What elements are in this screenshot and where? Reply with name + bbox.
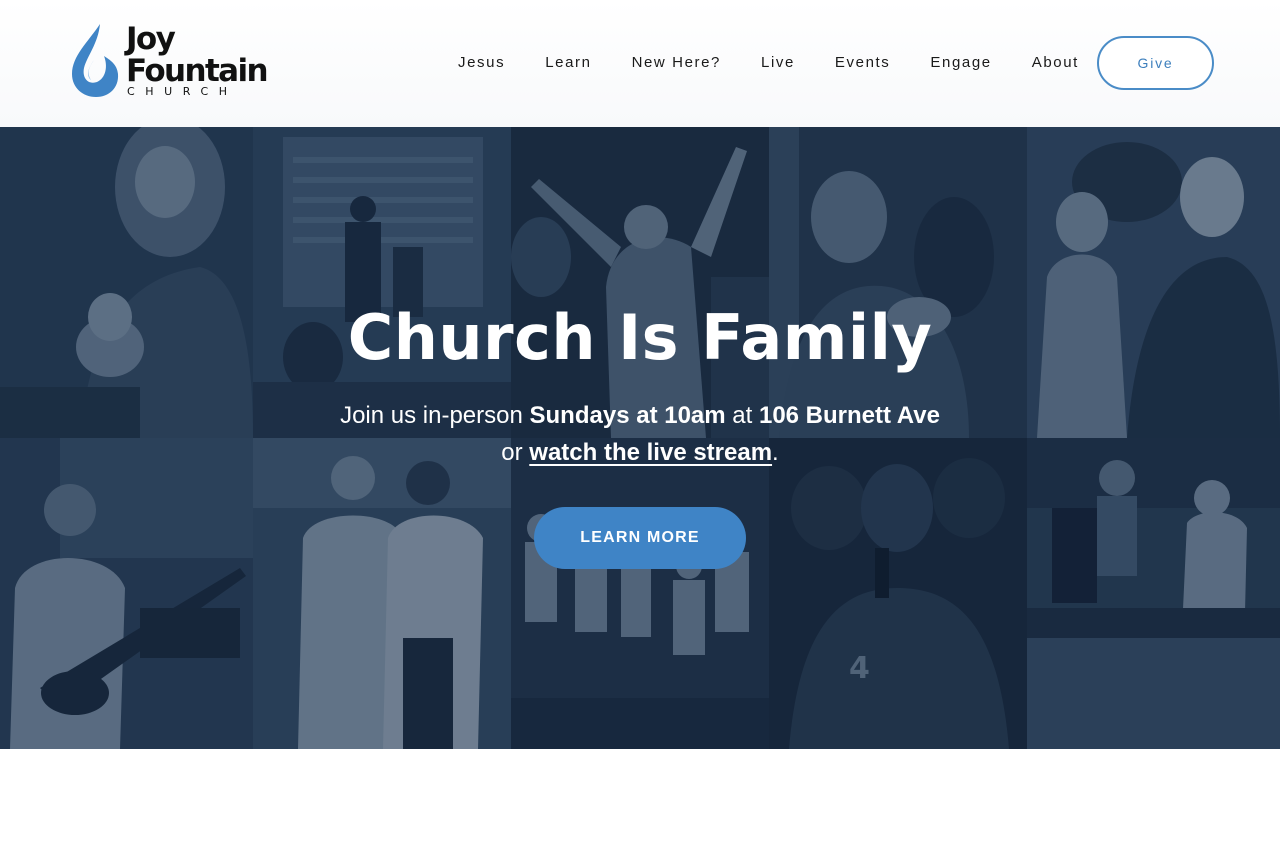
- water-drop-icon: [72, 24, 119, 97]
- hero-section: 4 Church Is Family Join us in-person Sun…: [0, 127, 1280, 749]
- nav-learn[interactable]: Learn: [525, 36, 611, 90]
- nav-about[interactable]: About: [1012, 36, 1099, 90]
- service-address: 106 Burnett Ave: [758, 402, 940, 429]
- give-button[interactable]: Give: [1097, 36, 1214, 90]
- hero-line2-suffix: .: [772, 439, 779, 466]
- hero-line1-prefix: Join us in-person: [340, 402, 530, 429]
- hero-content: Church Is Family Join us in-person Sunda…: [0, 307, 1280, 471]
- nav-new-here[interactable]: New Here?: [612, 36, 741, 90]
- logo-link[interactable]: Joy Fountain CHURCH: [70, 21, 269, 100]
- nav-engage[interactable]: Engage: [910, 36, 1011, 90]
- nav-jesus[interactable]: Jesus: [438, 36, 525, 90]
- learn-more-button[interactable]: LEARN MORE: [534, 507, 746, 569]
- service-time: Sundays at 10am: [529, 402, 726, 429]
- site-header: Joy Fountain CHURCH Jesus Learn New Here…: [0, 0, 1280, 127]
- live-stream-link[interactable]: watch the live stream: [529, 439, 772, 466]
- nav-live[interactable]: Live: [741, 36, 815, 90]
- logo-wordmark-fountain: Fountain: [126, 53, 269, 89]
- nav-events[interactable]: Events: [815, 36, 910, 90]
- main-nav: Jesus Learn New Here? Live Events Engage…: [438, 36, 1099, 90]
- hero-line1-mid: at: [725, 402, 759, 429]
- logo-wordmark-church: CHURCH: [127, 85, 238, 98]
- hero-subtitle: Join us in-person Sundays at 10am at 106…: [0, 397, 1280, 471]
- logo-wordmark-joy: Joy: [126, 21, 176, 57]
- hero-line2-prefix: or: [501, 439, 530, 466]
- hero-title: Church Is Family: [347, 301, 933, 374]
